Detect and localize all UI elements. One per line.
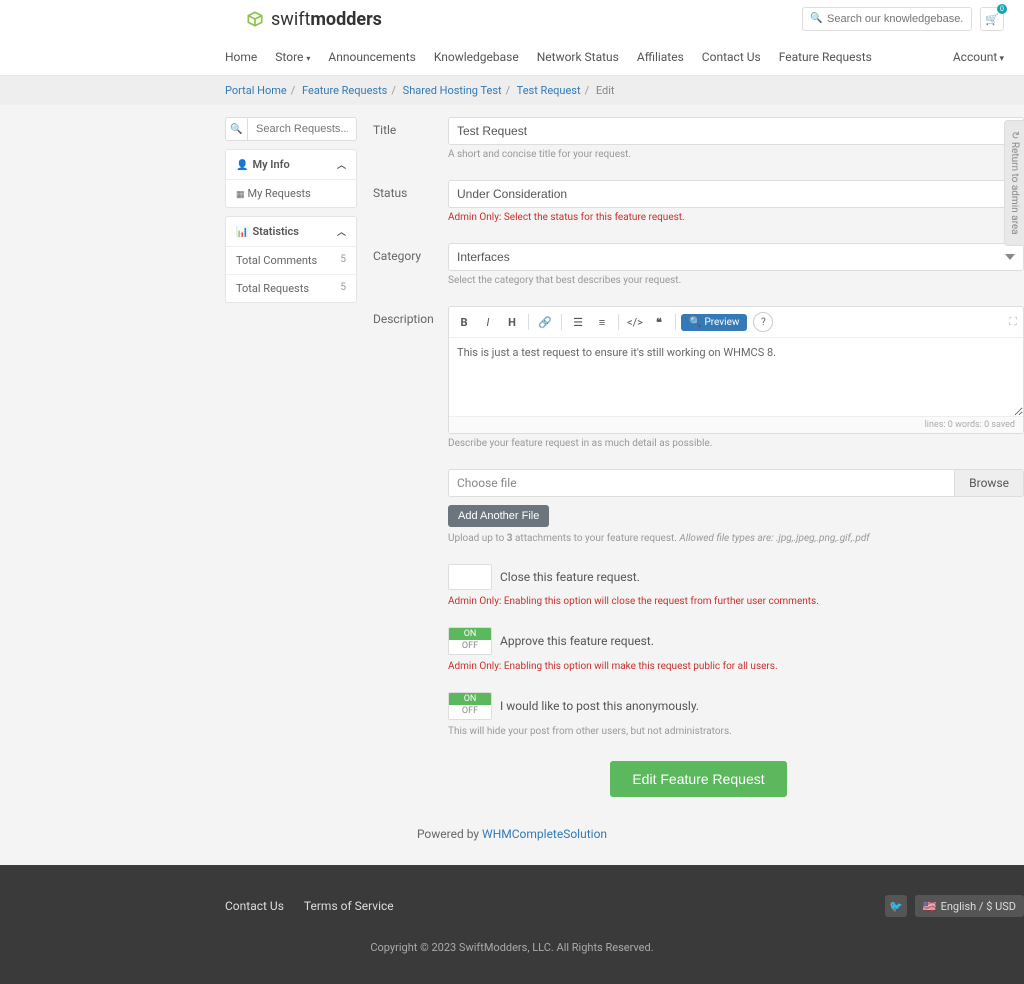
powered-by: Powered by WHMCompleteSolution [0,827,1024,841]
nav-feature-requests[interactable]: Feature Requests [779,50,872,64]
ol-button[interactable]: ≡ [591,311,613,333]
breadcrumb: Portal Home/ Feature Requests/ Shared Ho… [0,76,1024,105]
search-input[interactable] [802,7,972,31]
close-toggle[interactable] [448,564,492,590]
cart-badge: 0 [997,4,1007,14]
bold-button[interactable]: B [453,311,475,333]
nav-network[interactable]: Network Status [537,50,619,64]
language-button[interactable]: 🇺🇸English / $ USD [915,895,1024,917]
code-button[interactable]: </> [624,311,646,333]
sidebar-stats-header[interactable]: 📊Statistics ︿ [226,217,356,247]
logo-icon [245,9,265,29]
cart-button[interactable]: 🛒 0 [980,7,1004,31]
anon-toggle[interactable]: ON OFF [448,692,492,720]
approve-toggle[interactable]: ON OFF [448,627,492,655]
user-icon: 👤 [236,160,248,171]
nav-announcements[interactable]: Announcements [328,50,415,64]
approve-admin-note: Admin Only: Enabling this option will ma… [448,661,1024,672]
anon-help: This will hide your post from other user… [448,726,1024,737]
description-help: Describe your feature request in as much… [448,438,1024,449]
ul-button[interactable]: ☰ [567,311,589,333]
nav-home[interactable]: Home [225,50,257,64]
close-admin-note: Admin Only: Enabling this option will cl… [448,596,1024,607]
description-textarea[interactable]: This is just a test request to ensure it… [449,338,1023,416]
nav-contact[interactable]: Contact Us [702,50,761,64]
flag-icon: 🇺🇸 [923,900,937,913]
admin-return-tab[interactable]: ↻ Return to admin area [1004,120,1024,246]
description-editor: B I H 🔗 ☰ ≡ </> ❝ 🔍Preview ? [448,306,1024,434]
close-toggle-label: Close this feature request. [500,570,640,584]
sidebar-stat-comments: Total Comments5 [226,247,356,275]
title-label: Title [373,117,448,160]
chevron-up-icon: ︿ [337,158,346,171]
sidebar-stat-requests: Total Requests5 [226,275,356,302]
upload-note: Upload up to 3 attachments to your featu… [448,533,1024,544]
search-icon: 🔍 [810,13,822,24]
global-search[interactable]: 🔍 [802,7,972,31]
footer-tos[interactable]: Terms of Service [304,899,394,913]
quote-button[interactable]: ❝ [648,311,670,333]
copyright: Copyright © 2023 SwiftModders, LLC. All … [0,941,1024,954]
logo-text-light: swift [271,9,310,30]
submit-button[interactable]: Edit Feature Request [610,761,786,797]
whmcs-link[interactable]: WHMCompleteSolution [482,827,607,841]
footer-contact[interactable]: Contact Us [225,899,284,913]
title-help: A short and concise title for your reque… [448,149,1024,160]
anon-toggle-label: I would like to post this anonymously. [500,699,699,713]
italic-button[interactable]: I [477,311,499,333]
chart-icon: 📊 [236,227,248,238]
cart-icon: 🛒 [985,13,999,26]
expand-button[interactable]: ⛶ [1009,315,1017,329]
description-label: Description [373,306,448,449]
crumb-current: Edit [596,84,615,97]
status-select[interactable]: Under Consideration [448,180,1024,208]
sidebar-search: 🔍 [225,117,357,141]
crumb-test[interactable]: Test Request [517,84,581,97]
category-label: Category [373,243,448,286]
add-file-button[interactable]: Add Another File [448,505,549,527]
status-admin-note: Admin Only: Select the status for this f… [448,212,1024,223]
logo[interactable]: swiftmodders [245,9,382,30]
nav-store[interactable]: Store ▾ [275,50,310,64]
list-icon: ▦ [236,190,245,200]
search-icon: 🔍 [689,317,701,328]
approve-toggle-label: Approve this feature request. [500,634,654,648]
preview-button[interactable]: 🔍Preview [681,314,747,331]
crumb-shared[interactable]: Shared Hosting Test [403,84,502,97]
logo-text-bold: modders [310,9,382,30]
crumb-home[interactable]: Portal Home [225,84,287,97]
sidebar-myinfo-header[interactable]: 👤My Info ︿ [226,150,356,180]
sidebar-search-input[interactable] [247,117,357,141]
link-button[interactable]: 🔗 [534,311,556,333]
editor-help-button[interactable]: ? [753,312,773,332]
twitter-button[interactable]: 🐦 [885,895,907,917]
category-select[interactable]: Interfaces [448,243,1024,271]
nav-affiliates[interactable]: Affiliates [637,50,684,64]
status-label: Status [373,180,448,223]
crumb-fr[interactable]: Feature Requests [302,84,387,97]
account-menu[interactable]: Account [953,50,1004,64]
nav-kb[interactable]: Knowledgebase [434,50,519,64]
sidebar-my-requests[interactable]: ▦My Requests [226,180,356,207]
browse-button[interactable]: Browse [954,469,1024,497]
category-help: Select the category that best describes … [448,275,1024,286]
main-nav: Home Store ▾ Announcements Knowledgebase… [225,50,872,64]
title-input[interactable] [448,117,1024,145]
editor-status: lines: 0 words: 0 saved [449,416,1023,433]
file-input[interactable]: Choose file [448,469,954,497]
twitter-icon: 🐦 [889,900,903,913]
chevron-up-icon: ︿ [337,225,346,238]
heading-button[interactable]: H [501,311,523,333]
sidebar-search-icon[interactable]: 🔍 [225,117,247,141]
